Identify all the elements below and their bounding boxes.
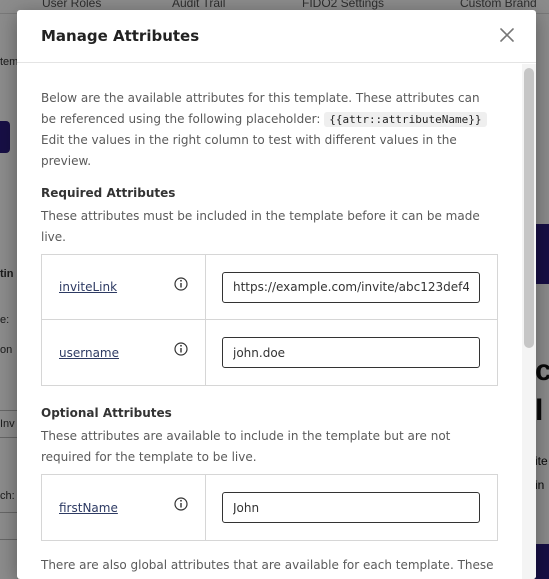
attribute-row: inviteLink: [42, 255, 497, 320]
info-icon[interactable]: [174, 277, 188, 291]
attribute-value-input-invitelink[interactable]: [222, 271, 480, 303]
attribute-value-input-username[interactable]: [222, 337, 480, 368]
attribute-row: firstName: [42, 475, 497, 540]
attribute-name-cell: inviteLink: [42, 255, 206, 319]
attribute-link-firstname[interactable]: firstName: [59, 501, 118, 515]
attribute-name-cell: firstName: [42, 475, 206, 540]
manage-attributes-dialog: Manage Attributes Below are the availabl…: [17, 10, 536, 579]
dialog-title: Manage Attributes: [41, 27, 200, 45]
optional-attributes-description: These attributes are available to includ…: [41, 429, 451, 464]
intro-text-end: Edit the values in the right column to t…: [41, 133, 457, 168]
required-attributes-title: Required Attributes: [41, 186, 176, 200]
close-icon: [500, 28, 514, 42]
intro-text: Below are the available attributes for t…: [41, 88, 496, 172]
attribute-row: username: [42, 320, 497, 385]
attribute-value-cell: [206, 320, 497, 385]
attribute-link-username[interactable]: username: [59, 346, 119, 360]
info-icon[interactable]: [174, 497, 188, 511]
attribute-name-cell: username: [42, 320, 206, 385]
attribute-value-cell: [206, 475, 497, 540]
dialog-header: Manage Attributes: [17, 10, 536, 63]
attribute-value-input-firstname[interactable]: [222, 492, 480, 523]
optional-attributes-title: Optional Attributes: [41, 406, 172, 420]
optional-attributes-table: firstName: [41, 474, 498, 541]
dialog-body: Below are the available attributes for t…: [17, 64, 536, 579]
required-attributes-description: These attributes must be included in the…: [41, 209, 480, 244]
close-button[interactable]: [496, 24, 518, 46]
global-attributes-text: There are also global attributes that ar…: [41, 558, 494, 572]
attribute-link-invitelink[interactable]: inviteLink: [59, 280, 117, 294]
dialog-scrollbar[interactable]: [522, 64, 536, 579]
scrollbar-thumb[interactable]: [524, 68, 534, 348]
attribute-value-cell: [206, 255, 497, 319]
info-icon[interactable]: [174, 342, 188, 356]
required-attributes-table: inviteLink username: [41, 254, 498, 386]
placeholder-code: {{attr::attributeName}}: [324, 112, 487, 127]
